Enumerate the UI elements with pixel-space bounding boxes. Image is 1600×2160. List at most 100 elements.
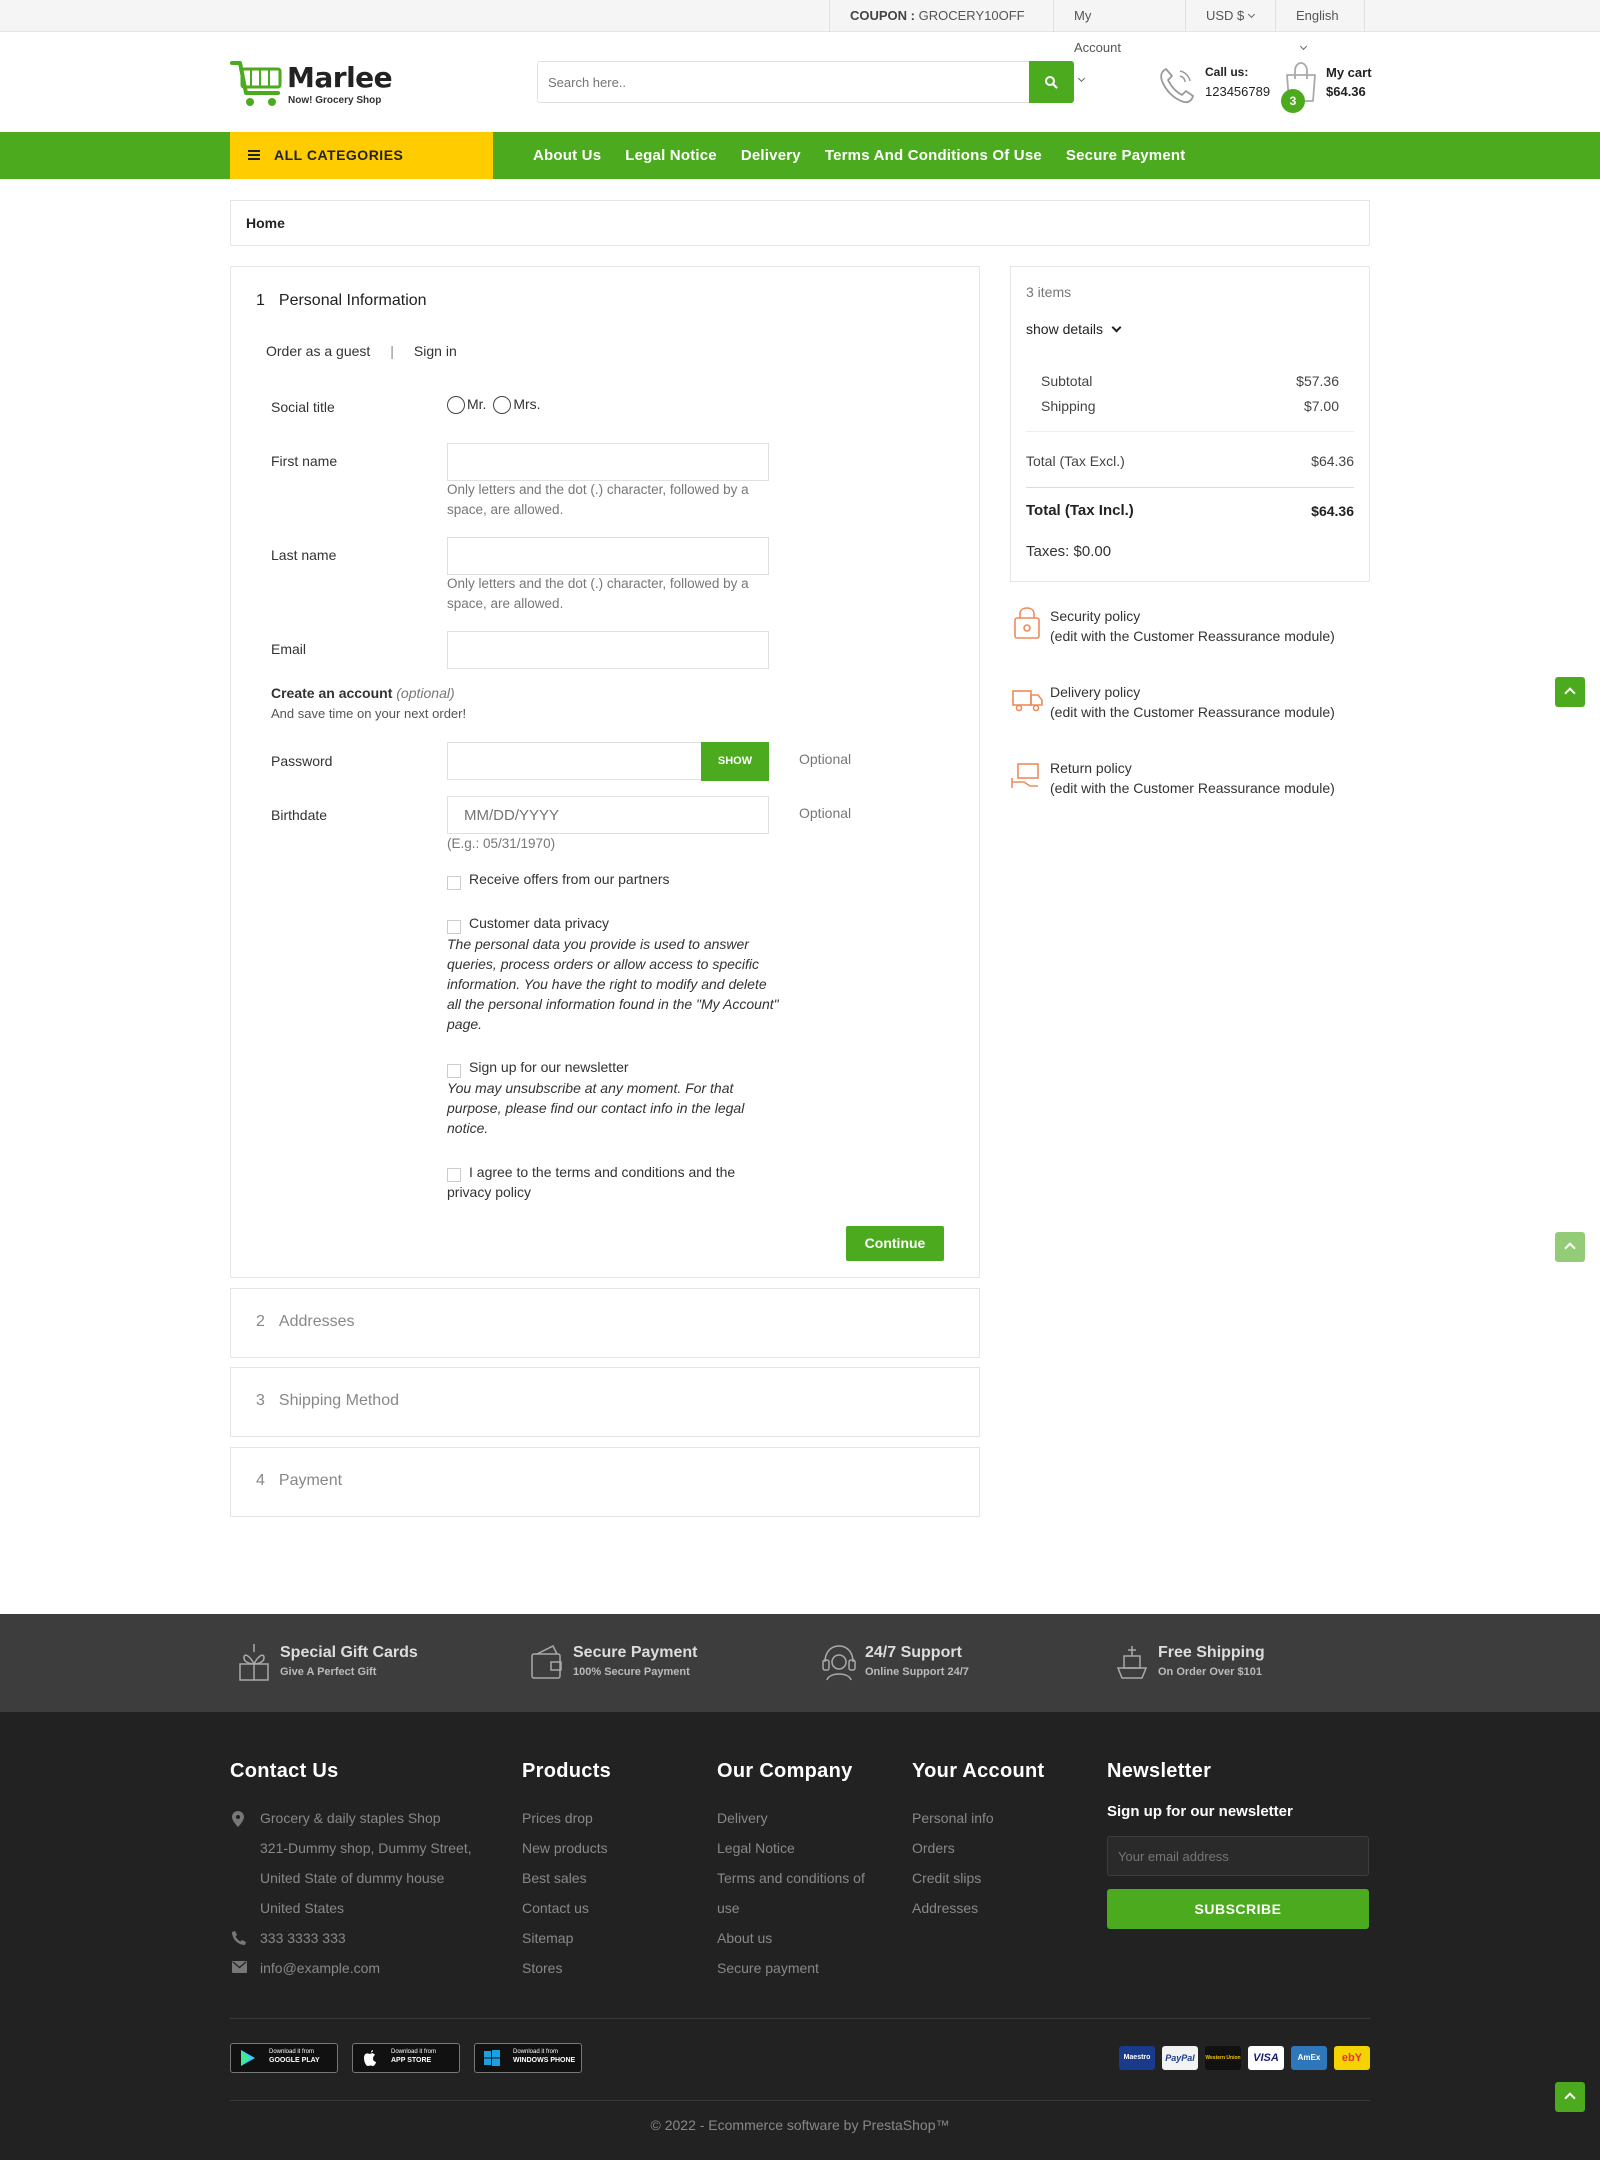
footer-link[interactable]: Best sales (522, 1863, 672, 1893)
service-subtitle: Give A Perfect Gift (280, 1666, 377, 1678)
terms-label: I agree to the terms and conditions and … (447, 1164, 736, 1200)
step-number: 3 (256, 1392, 265, 1409)
footer-link[interactable]: Secure payment (717, 1953, 897, 1983)
call-label: Call us: (1205, 65, 1249, 79)
privacy-checkbox[interactable] (447, 920, 461, 934)
phone-number[interactable]: 333 3333 333 (260, 1930, 346, 1946)
radio-mr-label: Mr. (467, 396, 487, 412)
app-store-badge[interactable]: Download it from APP STORE (352, 2043, 460, 2073)
store-bottom-text: APP STORE (391, 2057, 432, 2064)
step-3-title: 3 Shipping Method (256, 1392, 399, 1410)
nav-link-secure-payment[interactable]: Secure Payment (1066, 132, 1186, 179)
menu-icon (248, 150, 260, 160)
step-payment[interactable]: 4 Payment (230, 1447, 980, 1517)
footer-link[interactable]: Stores (522, 1953, 672, 1983)
order-as-guest-link[interactable]: Order as a guest (266, 343, 370, 359)
language-dropdown[interactable]: English (1275, 0, 1365, 51)
birthdate-optional: Optional (799, 805, 852, 821)
items-count: 3 items (1026, 284, 1072, 300)
scroll-top-button[interactable] (1555, 677, 1585, 707)
windows-phone-badge[interactable]: Download it from WINDOWS PHONE (474, 2043, 582, 2073)
footer-link[interactable]: Delivery (717, 1803, 897, 1833)
show-details-toggle[interactable]: show details (1026, 321, 1122, 337)
social-title-radios: Mr. Mrs. (447, 396, 541, 415)
contact-email: info@example.com (230, 1953, 490, 1983)
footer-link[interactable]: Personal info (912, 1803, 1072, 1833)
footer-link[interactable]: Legal Notice (717, 1833, 897, 1863)
my-account-dropdown[interactable]: My Account (1053, 0, 1145, 83)
newsletter-checkbox[interactable] (447, 1064, 461, 1078)
apple-icon (364, 2050, 376, 2066)
nav-links: About Us Legal Notice Delivery Terms And… (533, 132, 1209, 179)
search-button[interactable] (1029, 61, 1074, 103)
footer-link[interactable]: Prices drop (522, 1803, 672, 1833)
headset-icon (822, 1645, 856, 1681)
ship-icon (1116, 1646, 1148, 1679)
step-number: 2 (256, 1313, 265, 1330)
policy-desc: (edit with the Customer Reassurance modu… (1050, 704, 1335, 720)
radio-mrs[interactable]: Mrs. (493, 396, 541, 415)
footer-link[interactable]: Contact us (522, 1893, 672, 1923)
step-shipping-method[interactable]: 3 Shipping Method (230, 1367, 980, 1437)
footer-link[interactable]: Credit slips (912, 1863, 1072, 1893)
nav-link-about-us[interactable]: About Us (533, 132, 601, 179)
footer-link[interactable]: About us (717, 1923, 897, 1953)
email-link[interactable]: info@example.com (260, 1960, 380, 1976)
breadcrumb-home[interactable]: Home (246, 215, 285, 231)
birthdate-hint: (E.g.: 05/31/1970) (447, 836, 556, 851)
footer-link[interactable]: Terms and conditions of (717, 1863, 897, 1893)
store-top-text: Download it from (391, 2049, 437, 2055)
address-line: United State of dummy house (260, 1870, 445, 1886)
divider (230, 2018, 1370, 2019)
newsletter-email-input[interactable] (1107, 1836, 1369, 1876)
first-name-input[interactable] (447, 443, 769, 481)
footer-link[interactable]: Addresses (912, 1893, 1072, 1923)
show-password-button[interactable]: SHOW (701, 742, 769, 781)
nav-link-delivery[interactable]: Delivery (741, 132, 801, 179)
return-box-icon (1011, 763, 1039, 788)
search-input[interactable] (538, 62, 1028, 102)
search-bar (537, 61, 1074, 103)
footer-link[interactable]: Orders (912, 1833, 1072, 1863)
email-input[interactable] (447, 631, 769, 669)
all-categories-button[interactable]: ALL CATEGORIES (230, 132, 493, 179)
continue-button[interactable]: Continue (846, 1226, 944, 1261)
show-details-label: show details (1026, 321, 1104, 337)
radio-mr[interactable]: Mr. (447, 396, 487, 415)
subscribe-button[interactable]: SUBSCRIBE (1107, 1889, 1369, 1929)
newsletter-subtitle: Sign up for our newsletter (1107, 1803, 1293, 1820)
service-support: 24/7 Support Online Support 24/7 (815, 1642, 1075, 1686)
footer-link[interactable]: Sitemap (522, 1923, 672, 1953)
footer-link[interactable]: New products (522, 1833, 672, 1863)
last-name-input[interactable] (447, 537, 769, 575)
main-nav: ALL CATEGORIES About Us Legal Notice Del… (0, 132, 1600, 179)
step-title-text: Payment (278, 1472, 343, 1489)
password-input[interactable] (447, 742, 703, 780)
windows-icon (484, 2050, 500, 2066)
privacy-label: Customer data privacy (469, 915, 610, 931)
step-4-title: 4 Payment (256, 1472, 342, 1490)
nav-link-legal-notice[interactable]: Legal Notice (625, 132, 717, 179)
sign-in-link[interactable]: Sign in (414, 343, 457, 359)
footer-heading: Products (522, 1760, 612, 1782)
service-title: Special Gift Cards (280, 1644, 418, 1661)
birthdate-input[interactable] (447, 796, 769, 834)
footer-link[interactable]: use (717, 1893, 897, 1923)
partners-checkbox[interactable] (447, 876, 461, 890)
policy-desc: (edit with the Customer Reassurance modu… (1050, 628, 1335, 644)
google-play-badge[interactable]: Download it from GOOGLE PLAY (230, 2043, 338, 2073)
store-top-text: Download it from (513, 2049, 559, 2055)
cart-amount: $64.36 (1326, 84, 1366, 99)
scroll-top-button[interactable] (1555, 1232, 1585, 1262)
logo[interactable]: Marlee Now! Grocery Shop (230, 55, 400, 111)
scroll-top-button[interactable] (1555, 2082, 1585, 2112)
copyright[interactable]: © 2022 - Ecommerce software by PrestaSho… (0, 2117, 1600, 2133)
nav-link-terms[interactable]: Terms And Conditions Of Use (825, 132, 1042, 179)
cart-widget[interactable]: 3 My cart $64.36 (1280, 61, 1375, 121)
chevron-down-icon (1111, 322, 1122, 333)
currency-dropdown[interactable]: USD $ (1185, 0, 1277, 32)
step-addresses[interactable]: 2 Addresses (230, 1288, 980, 1358)
step-1-title[interactable]: 1 Personal Information (256, 292, 427, 310)
visa-icon: VISA (1248, 2046, 1284, 2070)
western-union-icon: Western Union (1205, 2046, 1241, 2070)
